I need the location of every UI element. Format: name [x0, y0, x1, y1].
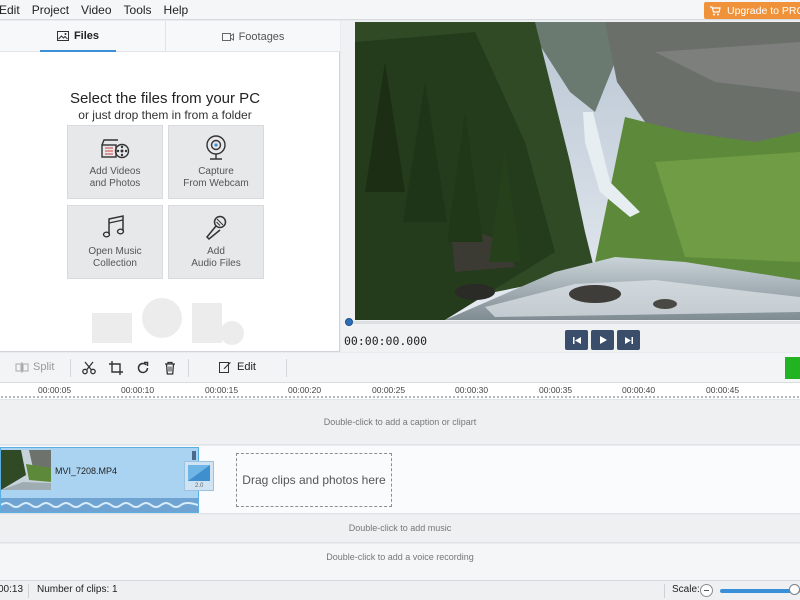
caption-track[interactable]: Double-click to add a caption or clipart: [0, 400, 800, 445]
toolbar-divider: [70, 359, 71, 377]
playback-progress[interactable]: [345, 318, 800, 326]
video-preview[interactable]: [355, 22, 800, 320]
edit-icon: [219, 362, 231, 373]
skip-forward-button[interactable]: [617, 330, 640, 350]
trash-icon[interactable]: [163, 361, 177, 375]
capture-webcam-label: Capture From Webcam: [183, 166, 249, 189]
scale-label: Scale:: [672, 584, 700, 595]
progress-knob[interactable]: [345, 318, 353, 326]
export-button[interactable]: [785, 357, 800, 379]
editing-toolbar: Split Edit: [0, 353, 800, 383]
music-hint: Double-click to add music: [348, 523, 452, 533]
scale-slider-knob[interactable]: [789, 584, 800, 595]
add-audio-label: Add Audio Files: [191, 246, 241, 269]
menu-bar: Edit Project Video Tools Help Upgrade to…: [0, 0, 800, 20]
open-music-label: Open Music Collection: [88, 246, 142, 269]
menu-video[interactable]: Video: [75, 0, 117, 20]
ruler-tick: 00:00:45: [706, 385, 740, 395]
edit-label: Edit: [237, 361, 256, 373]
toolbar-divider: [286, 359, 287, 377]
preview-panel: 00:00:00.000: [341, 21, 800, 352]
menu-help[interactable]: Help: [158, 0, 195, 20]
clip-name: MVI_7208.MP4: [55, 466, 118, 476]
crop-icon[interactable]: [109, 361, 123, 375]
video-track[interactable]: MVI_7208.MP4 2.0 Drag clips and photos h…: [0, 446, 800, 514]
timeline-ruler[interactable]: 00:00:05 00:00:10 00:00:15 00:00:20 00:0…: [0, 383, 800, 400]
voice-hint: Double-click to add a voice recording: [326, 552, 474, 562]
music-track[interactable]: Double-click to add music: [0, 515, 800, 543]
media-panel: Files Footages Select the files from you…: [0, 21, 340, 352]
transition-tile[interactable]: 2.0: [184, 461, 214, 491]
edit-button[interactable]: Edit: [219, 361, 256, 373]
ruler-tick: 00:00:20: [288, 385, 322, 395]
scissors-icon[interactable]: [82, 361, 96, 375]
webcam-icon: [206, 135, 226, 160]
split-button[interactable]: Split: [15, 361, 54, 373]
menu-edit[interactable]: Edit: [0, 0, 26, 20]
cart-icon: [710, 5, 721, 15]
rotate-icon[interactable]: [136, 361, 150, 375]
upgrade-label: Upgrade to PRO V: [727, 4, 800, 17]
ruler-tick: 00:00:10: [121, 385, 155, 395]
voice-track[interactable]: Double-click to add a voice recording: [0, 544, 800, 580]
image-icon: [56, 30, 69, 41]
zoom-out-icon[interactable]: [700, 584, 713, 597]
total-duration: 00:13: [0, 584, 24, 595]
ruler-ticks: [0, 395, 800, 399]
video-frame: [355, 22, 800, 320]
ruler-tick: 00:00:40: [622, 385, 656, 395]
status-bar: 00:13 Number of clips: 1 Scale:: [0, 580, 800, 600]
skip-back-button[interactable]: [565, 330, 588, 350]
play-icon: [599, 336, 607, 344]
ruler-tick: 00:00:15: [205, 385, 239, 395]
microphone-icon: [205, 215, 227, 241]
scale-slider[interactable]: [720, 589, 800, 593]
ruler-tick: 00:00:25: [372, 385, 406, 395]
ruler-tick: 00:00:05: [38, 385, 72, 395]
tab-footages[interactable]: Footages: [165, 21, 340, 52]
split-label: Split: [33, 361, 55, 373]
video-clip[interactable]: MVI_7208.MP4: [0, 447, 199, 513]
tab-footages-label: Footages: [238, 30, 285, 43]
add-videos-tile[interactable]: Add Videos and Photos: [67, 125, 163, 199]
film-reel-icon: [101, 139, 130, 159]
ruler-tick: 00:00:35: [539, 385, 573, 395]
tab-files[interactable]: Files: [40, 21, 116, 52]
select-files-subtitle: or just drop them in from a folder: [78, 108, 252, 122]
capture-webcam-tile[interactable]: Capture From Webcam: [168, 125, 264, 199]
clip-thumbnail: [1, 450, 51, 490]
music-notes-icon: [102, 215, 125, 238]
timecode: 00:00:00.000: [344, 334, 428, 348]
skip-back-icon: [572, 336, 581, 344]
clip-handle[interactable]: [192, 451, 196, 460]
drop-zone[interactable]: Drag clips and photos here: [236, 453, 392, 507]
clip-count: Number of clips: 1: [37, 584, 118, 595]
split-icon: [15, 361, 29, 373]
tab-files-label: Files: [73, 29, 100, 42]
upgrade-button[interactable]: Upgrade to PRO V: [704, 2, 800, 19]
watermark-illustration: [92, 298, 244, 345]
transition-duration: 2.0: [195, 483, 204, 489]
add-videos-label: Add Videos and Photos: [89, 166, 141, 189]
menu-tools[interactable]: Tools: [118, 0, 158, 20]
add-audio-tile[interactable]: Add Audio Files: [168, 205, 264, 279]
media-tabs: Files Footages: [0, 21, 340, 52]
status-divider: [664, 584, 665, 598]
skip-forward-icon: [624, 336, 633, 344]
open-music-tile[interactable]: Open Music Collection: [67, 205, 163, 279]
status-divider: [28, 584, 29, 598]
transition-icon: [188, 465, 210, 481]
select-files-title: Select the files from your PC: [69, 90, 261, 107]
play-button[interactable]: [591, 330, 614, 350]
ruler-tick: 00:00:30: [455, 385, 489, 395]
clip-audio-waveform: [0, 498, 199, 512]
toolbar-divider: [188, 359, 189, 377]
menu-project[interactable]: Project: [26, 0, 75, 20]
caption-hint: Double-click to add a caption or clipart: [323, 417, 477, 427]
film-icon: [221, 32, 234, 41]
